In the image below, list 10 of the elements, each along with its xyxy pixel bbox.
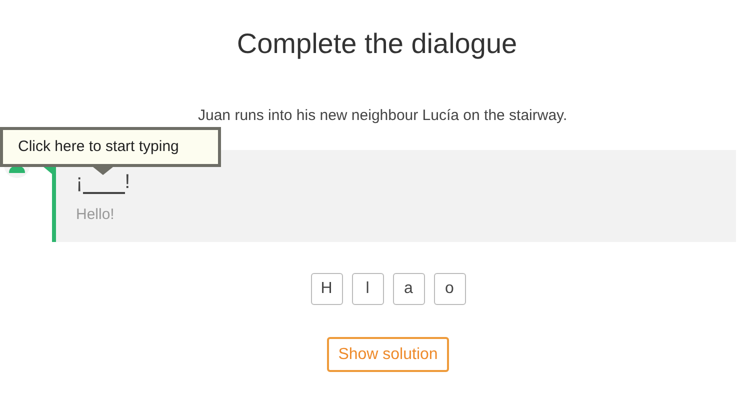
letter-tile[interactable]: a: [392, 273, 424, 305]
letter-tile[interactable]: o: [434, 273, 466, 305]
intro-text: Juan runs into his new neighbour Lucía on the stairway.: [198, 106, 568, 126]
letter-tile[interactable]: l: [352, 273, 384, 305]
opening-mark: ¡: [76, 170, 83, 194]
translation-text: Hello!: [76, 205, 114, 225]
closing-mark: !: [124, 170, 130, 194]
page-title: Complete the dialogue: [236, 27, 518, 61]
letter-tile[interactable]: H: [310, 273, 342, 305]
tooltip-pointer-icon: [93, 167, 113, 175]
